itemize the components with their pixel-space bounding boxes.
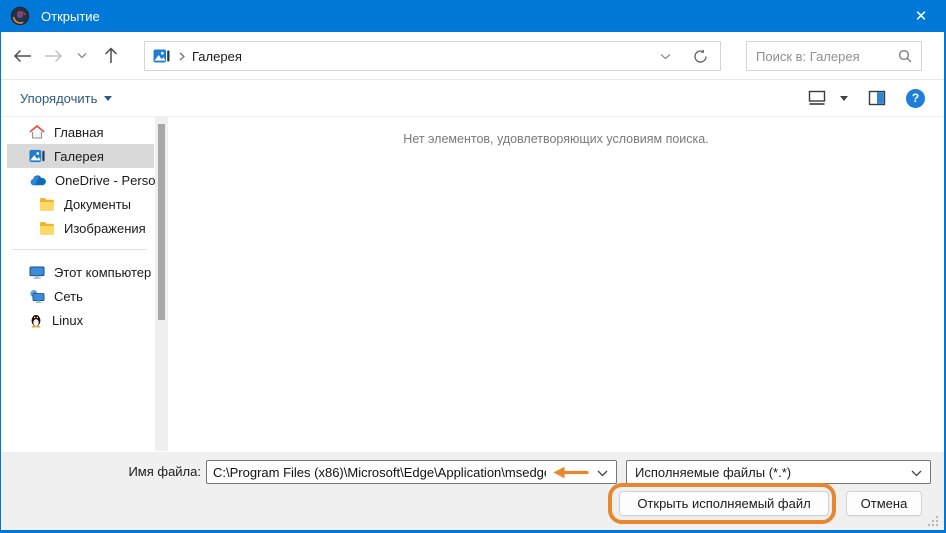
search-input[interactable] — [756, 49, 898, 64]
sidebar-item-network[interactable]: Сеть — [7, 284, 154, 308]
content-area: Главная Галерея OneDrive - Personal — [1, 117, 944, 451]
onedrive-icon — [29, 174, 46, 186]
command-toolbar: Упорядочить ? — [1, 80, 944, 117]
network-icon — [29, 289, 45, 304]
forward-arrow-icon — [44, 49, 63, 63]
gallery-location-icon — [153, 49, 170, 64]
this-pc-icon — [29, 265, 45, 280]
close-button[interactable]: ✕ — [898, 0, 944, 32]
folder-icon — [39, 197, 55, 211]
search-box[interactable] — [746, 41, 922, 71]
annotation-arrow-icon — [552, 466, 589, 479]
scrollbar-thumb[interactable] — [158, 124, 165, 320]
navigation-pane: Главная Галерея OneDrive - Personal — [1, 117, 155, 451]
sidebar-item-this-pc[interactable]: Этот компьютер — [7, 260, 154, 284]
titlebar: Открытие ✕ — [1, 0, 944, 32]
window-title: Открытие — [41, 9, 100, 24]
view-mode-icon — [808, 90, 826, 106]
sidebar-item-label: Главная — [54, 125, 103, 140]
address-bar[interactable]: Галерея — [144, 41, 721, 71]
change-view-button[interactable] — [808, 90, 826, 106]
gallery-icon — [29, 149, 45, 164]
back-arrow-icon — [13, 49, 32, 63]
preview-pane-icon — [868, 90, 886, 106]
dropdown-arrow-icon — [840, 96, 848, 101]
forward-button[interactable] — [38, 39, 69, 73]
sidebar-item-gallery[interactable]: Галерея — [7, 144, 154, 168]
filetype-value: Исполняемые файлы (*.*) — [635, 465, 791, 480]
file-list-area[interactable]: Нет элементов, удовлетворяющих условиям … — [168, 117, 944, 451]
linux-icon — [29, 312, 43, 328]
filename-combobox[interactable] — [206, 460, 617, 484]
help-button[interactable]: ? — [906, 89, 925, 108]
back-button[interactable] — [7, 39, 38, 73]
organize-button[interactable]: Упорядочить — [20, 91, 112, 106]
recent-locations-button[interactable] — [69, 39, 95, 73]
sidebar-scrollbar[interactable] — [155, 117, 168, 451]
resize-grip[interactable] — [926, 514, 939, 527]
organize-label: Упорядочить — [20, 91, 97, 106]
filetype-select[interactable]: Исполняемые файлы (*.*) — [626, 460, 931, 484]
open-dialog-window: Открытие ✕ — [0, 0, 946, 533]
sidebar-item-documents[interactable]: Документы — [7, 192, 154, 216]
home-icon — [29, 124, 45, 140]
sidebar-item-label: Linux — [52, 313, 83, 328]
up-button[interactable] — [95, 39, 126, 73]
view-options-dropdown[interactable] — [840, 96, 848, 101]
up-arrow-icon — [104, 47, 118, 64]
search-icon — [898, 49, 912, 63]
sidebar-item-pictures[interactable]: Изображения — [7, 216, 154, 240]
app-logo-icon — [10, 6, 30, 26]
sidebar-item-linux[interactable]: Linux — [7, 308, 154, 332]
breadcrumb[interactable]: Галерея — [192, 49, 242, 64]
preview-pane-button[interactable] — [868, 90, 886, 106]
chevron-down-icon — [660, 53, 671, 60]
refresh-button[interactable] — [680, 49, 720, 64]
sidebar-item-label: Галерея — [54, 149, 104, 164]
sidebar-item-label: Изображения — [64, 221, 146, 236]
dropdown-arrow-icon — [104, 96, 112, 101]
sidebar-item-onedrive[interactable]: OneDrive - Personal — [7, 168, 154, 192]
sidebar-item-label: Этот компьютер — [54, 265, 151, 280]
sidebar-item-label: Документы — [64, 197, 131, 212]
sidebar-separator — [12, 249, 147, 250]
filename-label: Имя файла: — [101, 464, 201, 479]
refresh-icon — [693, 49, 708, 64]
chevron-down-icon — [911, 470, 922, 477]
folder-icon — [39, 221, 55, 235]
sidebar-item-home[interactable]: Главная — [7, 120, 154, 144]
dialog-footer: Имя файла: Исполняемые файлы (*.*) Откры… — [1, 452, 944, 530]
chevron-down-icon — [77, 52, 87, 59]
address-dropdown-button[interactable] — [650, 53, 680, 60]
sidebar-item-label: Сеть — [54, 289, 83, 304]
cancel-button[interactable]: Отмена — [846, 491, 922, 516]
empty-folder-message: Нет элементов, удовлетворяющих условиям … — [168, 132, 944, 146]
breadcrumb-chevron-icon — [179, 52, 185, 61]
open-button[interactable]: Открыть исполняемый файл — [619, 491, 829, 516]
chevron-down-icon — [597, 470, 608, 477]
navigation-bar: Галерея — [1, 32, 944, 80]
